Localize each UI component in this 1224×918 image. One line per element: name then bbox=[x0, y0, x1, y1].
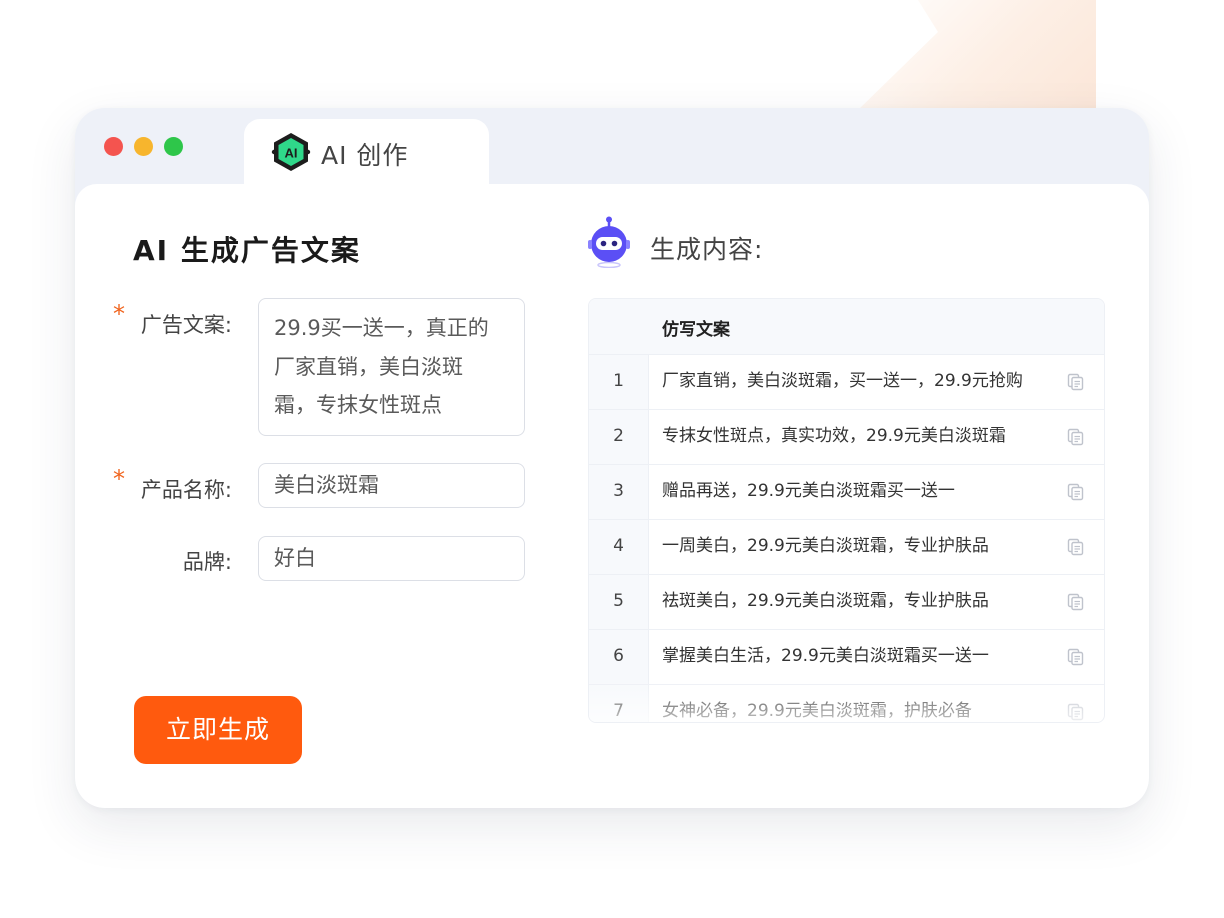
table-row: 4 一周美白，29.9元美白淡斑霜，专业护肤品 bbox=[589, 519, 1104, 575]
row-index: 4 bbox=[613, 536, 624, 556]
table-row: 1 厂家直销，美白淡斑霜，买一送一，29.9元抢购 bbox=[589, 354, 1104, 410]
generate-button[interactable]: 立即生成 bbox=[134, 696, 302, 764]
robot-icon bbox=[588, 216, 630, 268]
table-row: 3 赠品再送，29.9元美白淡斑霜买一送一 bbox=[589, 464, 1104, 520]
row-index: 3 bbox=[613, 481, 624, 501]
row-index: 1 bbox=[613, 371, 624, 391]
row-index: 2 bbox=[613, 426, 624, 446]
ad-copy-line: 29.9买一送一，真正的 bbox=[274, 316, 489, 340]
row-text: 祛斑美白，29.9元美白淡斑霜，专业护肤品 bbox=[662, 591, 989, 611]
copy-icon[interactable] bbox=[1067, 428, 1084, 446]
window-close-dot[interactable] bbox=[104, 137, 123, 156]
row-index: 6 bbox=[613, 646, 624, 666]
form-title: AI 生成广告文案 bbox=[133, 234, 361, 267]
row-text: 掌握美白生活，29.9元美白淡斑霜买一送一 bbox=[662, 646, 989, 666]
copy-icon[interactable] bbox=[1067, 373, 1084, 391]
results-title: 生成内容: bbox=[650, 235, 764, 264]
row-index: 5 bbox=[613, 591, 624, 611]
column-header: 仿写文案 bbox=[662, 320, 730, 340]
row-text: 女神必备，29.9元美白淡斑霜，护肤必备 bbox=[662, 701, 972, 721]
copy-icon[interactable] bbox=[1067, 483, 1084, 501]
table-row: 7 女神必备，29.9元美白淡斑霜，护肤必备 bbox=[589, 684, 1104, 722]
row-text: 专抹女性斑点，真实功效，29.9元美白淡斑霜 bbox=[662, 426, 1006, 446]
brand-label: 品牌: bbox=[182, 550, 232, 574]
copy-icon[interactable] bbox=[1067, 538, 1084, 556]
table-header: 仿写文案 bbox=[589, 299, 1104, 355]
tab-title: AI 创作 bbox=[321, 141, 409, 170]
copy-icon[interactable] bbox=[1067, 648, 1084, 666]
row-text: 厂家直销，美白淡斑霜，买一送一，29.9元抢购 bbox=[662, 371, 1023, 391]
results-table: 仿写文案 1 厂家直销，美白淡斑霜，买一送一，29.9元抢购 2 专抹女性斑点，… bbox=[588, 298, 1105, 723]
window-maximize-dot[interactable] bbox=[164, 137, 183, 156]
table-row: 2 专抹女性斑点，真实功效，29.9元美白淡斑霜 bbox=[589, 409, 1104, 465]
row-index: 7 bbox=[613, 701, 624, 721]
ai-logo-icon: AI bbox=[271, 133, 311, 171]
copy-icon[interactable] bbox=[1067, 703, 1084, 721]
tab-ai-creation[interactable]: AI AI 创作 bbox=[244, 119, 489, 189]
table-row: 5 祛斑美白，29.9元美白淡斑霜，专业护肤品 bbox=[589, 574, 1104, 630]
ad-copy-line: 厂家直销，美白淡斑 bbox=[274, 354, 463, 379]
row-text: 赠品再送，29.9元美白淡斑霜买一送一 bbox=[662, 481, 955, 501]
ad-copy-label: 广告文案: bbox=[140, 313, 232, 337]
copy-icon[interactable] bbox=[1067, 593, 1084, 611]
main-content: AI 生成广告文案 * 广告文案: 29.9买一送一，真正的 厂家直销，美白淡斑… bbox=[75, 184, 1149, 808]
ad-copy-textarea[interactable]: 29.9买一送一，真正的 厂家直销，美白淡斑 霜，专抹女性斑点 bbox=[258, 298, 525, 436]
table-row: 6 掌握美白生活，29.9元美白淡斑霜买一送一 bbox=[589, 629, 1104, 685]
brand-input[interactable]: 好白 bbox=[258, 536, 525, 581]
product-name-input[interactable]: 美白淡斑霜 bbox=[258, 463, 525, 508]
background-decoration bbox=[858, 0, 1096, 110]
svg-text:AI: AI bbox=[285, 146, 298, 161]
ad-copy-line: 霜，专抹女性斑点 bbox=[274, 393, 442, 417]
row-text: 一周美白，29.9元美白淡斑霜，专业护肤品 bbox=[662, 536, 989, 556]
window-minimize-dot[interactable] bbox=[134, 137, 153, 156]
app-window: AI AI 创作 AI 生成广告文案 * 广告文案: 29.9买一送一，真正的 … bbox=[75, 108, 1149, 808]
product-name-label: 产品名称: bbox=[140, 478, 232, 502]
